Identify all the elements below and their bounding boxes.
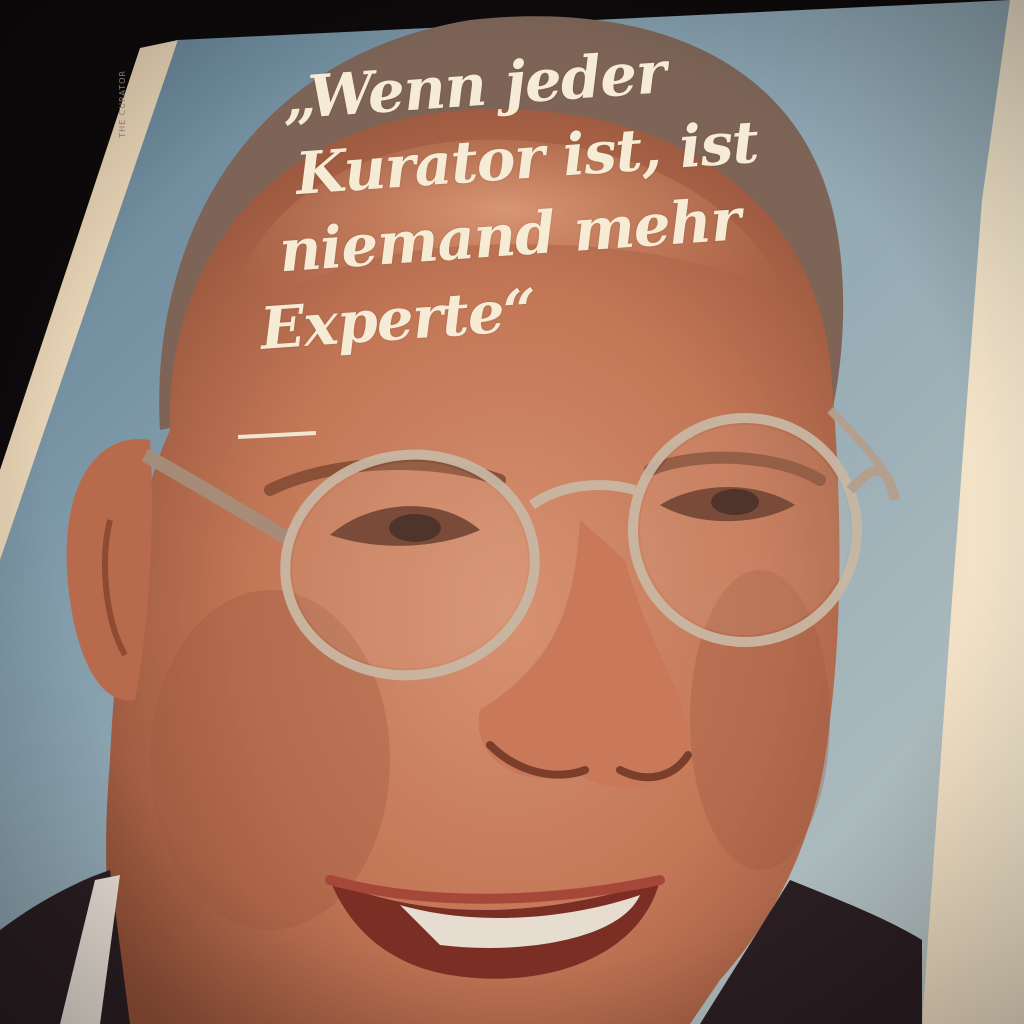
pull-quote: „Wenn jeder Kurator ist, ist niemand meh…: [236, 25, 816, 367]
spine-label: THE CURATOR: [118, 70, 127, 138]
photo-scene: THE CURATOR „Wenn jeder Kurator ist, ist…: [0, 0, 1024, 1024]
